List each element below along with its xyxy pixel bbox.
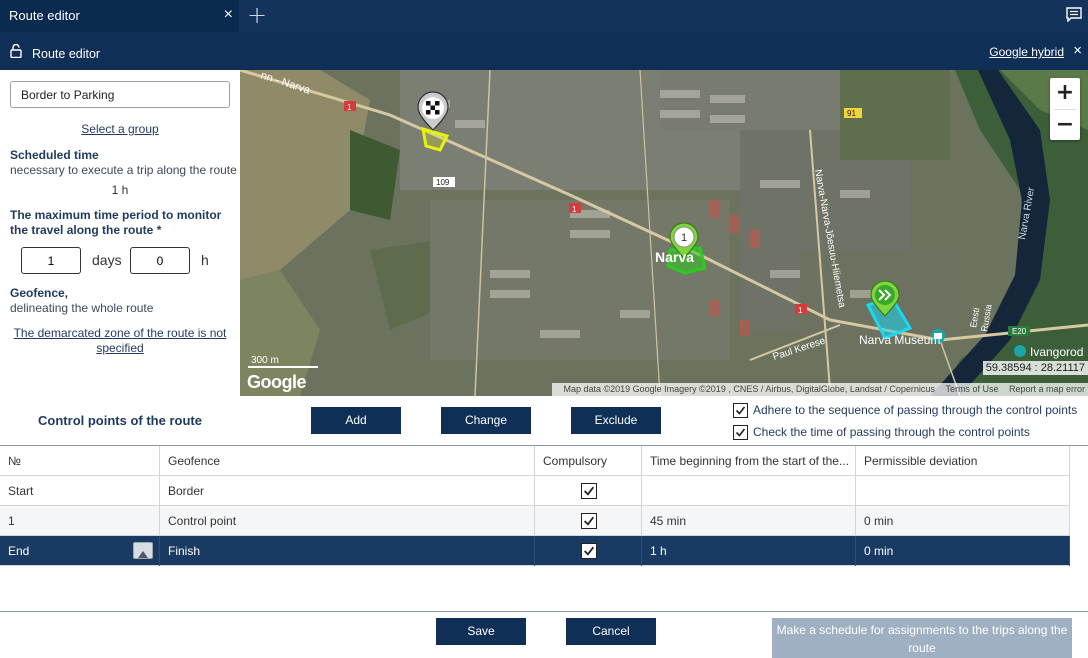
row-deviation: 0 min bbox=[856, 536, 1070, 566]
row-deviation: 0 min bbox=[856, 506, 1070, 536]
column-header-geofence[interactable]: Geofence bbox=[160, 446, 535, 476]
svg-text:Narva: Narva bbox=[655, 249, 694, 265]
row-deviation bbox=[856, 476, 1070, 506]
google-logo: Google bbox=[247, 372, 307, 392]
check-time-checkbox-label: Check the time of passing through the co… bbox=[753, 425, 1030, 439]
geofence-description: delineating the whole route bbox=[10, 301, 154, 315]
save-button[interactable]: Save bbox=[436, 618, 526, 645]
svg-text:1: 1 bbox=[798, 306, 803, 315]
column-header-deviation[interactable]: Permissible deviation bbox=[856, 446, 1070, 476]
checkmark-icon bbox=[584, 546, 595, 556]
days-label: days bbox=[92, 252, 122, 268]
column-header-time[interactable]: Time beginning from the start of the... bbox=[642, 446, 856, 476]
map-scale: 300 m bbox=[248, 355, 318, 368]
compulsory-checkbox[interactable] bbox=[581, 483, 597, 499]
control-points-title: Control points of the route bbox=[38, 413, 202, 428]
days-input[interactable] bbox=[21, 247, 81, 274]
editor-header: Route editor Google hybrid × bbox=[0, 32, 1088, 70]
row-compulsory bbox=[535, 506, 642, 536]
row-time bbox=[642, 476, 856, 506]
footer-divider bbox=[0, 611, 1088, 612]
change-button[interactable]: Change bbox=[441, 407, 531, 434]
control-points-table: № Geofence Compulsory Time beginning fro… bbox=[0, 445, 1088, 566]
svg-text:Ivangorod: Ivangorod bbox=[1030, 345, 1083, 359]
map-view[interactable]: nn - Narva 1 1 1 109 91 Narva Narva-Narv… bbox=[240, 70, 1088, 396]
row-time: 45 min bbox=[642, 506, 856, 536]
add-tab-icon[interactable]: + bbox=[246, 2, 268, 28]
zoom-in-button[interactable]: + bbox=[1050, 78, 1080, 109]
map-coordinates: 59.38594 : 28.21117 bbox=[982, 361, 1088, 375]
satellite-imagery: nn - Narva 1 1 1 109 91 Narva Narva-Narv… bbox=[240, 70, 1088, 396]
checkmark-icon bbox=[735, 428, 746, 437]
checkmark-icon bbox=[584, 516, 595, 526]
row-geofence: Finish bbox=[160, 536, 535, 566]
table-row[interactable]: Start Border bbox=[0, 476, 1070, 506]
svg-text:E20: E20 bbox=[1012, 327, 1027, 336]
ivangorod-icon bbox=[1014, 345, 1026, 357]
row-compulsory bbox=[535, 476, 642, 506]
chat-icon[interactable] bbox=[1066, 7, 1082, 22]
column-header-compulsory[interactable]: Compulsory bbox=[535, 446, 642, 476]
svg-text:1: 1 bbox=[347, 103, 352, 112]
row-number: 1 bbox=[0, 506, 160, 536]
route-name-input[interactable] bbox=[10, 81, 230, 108]
sequence-checkbox-label: Adhere to the sequence of passing throug… bbox=[753, 403, 1078, 417]
svg-text:Narva Museum: Narva Museum bbox=[859, 333, 940, 347]
report-map-error-link[interactable]: Report a map error bbox=[1009, 384, 1085, 394]
checkmark-icon bbox=[584, 486, 595, 496]
svg-text:1: 1 bbox=[681, 232, 687, 244]
zoom-out-button[interactable]: − bbox=[1050, 110, 1080, 141]
select-group-link[interactable]: Select a group bbox=[0, 122, 240, 136]
hours-input[interactable] bbox=[130, 247, 190, 274]
terms-of-use-link[interactable]: Terms of Use bbox=[945, 384, 998, 394]
row-number: Start bbox=[0, 476, 160, 506]
make-schedule-button[interactable]: Make a schedule for assignments to the t… bbox=[772, 618, 1072, 658]
route-form-panel: Select a group Scheduled time necessary … bbox=[0, 70, 240, 396]
zoom-controls: + − bbox=[1050, 78, 1080, 140]
row-geofence: Border bbox=[160, 476, 535, 506]
scheduled-time-description: necessary to execute a trip along the ro… bbox=[10, 163, 237, 177]
tab-route-editor[interactable]: Route editor × bbox=[0, 0, 239, 32]
exclude-button[interactable]: Exclude bbox=[571, 407, 661, 434]
row-geofence: Control point bbox=[160, 506, 535, 536]
map-attribution: Map data ©2019 Google Imagery ©2019 , CN… bbox=[552, 383, 1088, 396]
max-period-title: The maximum time period to monitor the t… bbox=[10, 208, 222, 237]
map-type-link[interactable]: Google hybrid bbox=[989, 45, 1064, 59]
row-time: 1 h bbox=[642, 536, 856, 566]
add-button[interactable]: Add bbox=[311, 407, 401, 434]
tab-close-icon[interactable]: × bbox=[224, 6, 233, 24]
triangle-up-icon bbox=[138, 551, 148, 558]
route-zone-link[interactable]: The demarcated zone of the route is not … bbox=[10, 326, 230, 356]
svg-text:109: 109 bbox=[436, 178, 450, 187]
table-header-row: № Geofence Compulsory Time beginning fro… bbox=[0, 446, 1070, 476]
row-number-text: End bbox=[8, 544, 30, 558]
unlock-icon[interactable] bbox=[10, 44, 22, 58]
hours-label: h bbox=[201, 252, 209, 268]
sequence-checkbox[interactable] bbox=[733, 403, 748, 418]
check-time-checkbox[interactable] bbox=[733, 425, 748, 440]
svg-text:91: 91 bbox=[847, 109, 856, 118]
scheduled-time-value[interactable]: 1 h bbox=[0, 183, 240, 197]
close-icon[interactable]: × bbox=[1073, 42, 1082, 59]
move-up-button[interactable] bbox=[133, 542, 153, 559]
geofence-title: Geofence, bbox=[10, 286, 69, 300]
row-compulsory bbox=[535, 536, 642, 566]
compulsory-checkbox[interactable] bbox=[581, 543, 597, 559]
tab-title: Route editor bbox=[9, 8, 80, 23]
table-row-selected[interactable]: End Finish 1 h 0 min bbox=[0, 536, 1070, 566]
column-header-number[interactable]: № bbox=[0, 446, 160, 476]
row-number: End bbox=[0, 536, 160, 566]
checkmark-icon bbox=[735, 406, 746, 415]
svg-text:1: 1 bbox=[572, 205, 577, 214]
editor-title: Route editor bbox=[32, 47, 101, 61]
compulsory-checkbox[interactable] bbox=[581, 513, 597, 529]
top-tab-bar: Route editor × + bbox=[0, 0, 1088, 32]
attribution-text: Map data ©2019 Google Imagery ©2019 , CN… bbox=[563, 384, 935, 394]
table-row[interactable]: 1 Control point 45 min 0 min bbox=[0, 506, 1070, 536]
cancel-button[interactable]: Cancel bbox=[566, 618, 656, 645]
scheduled-time-title: Scheduled time bbox=[10, 148, 99, 162]
